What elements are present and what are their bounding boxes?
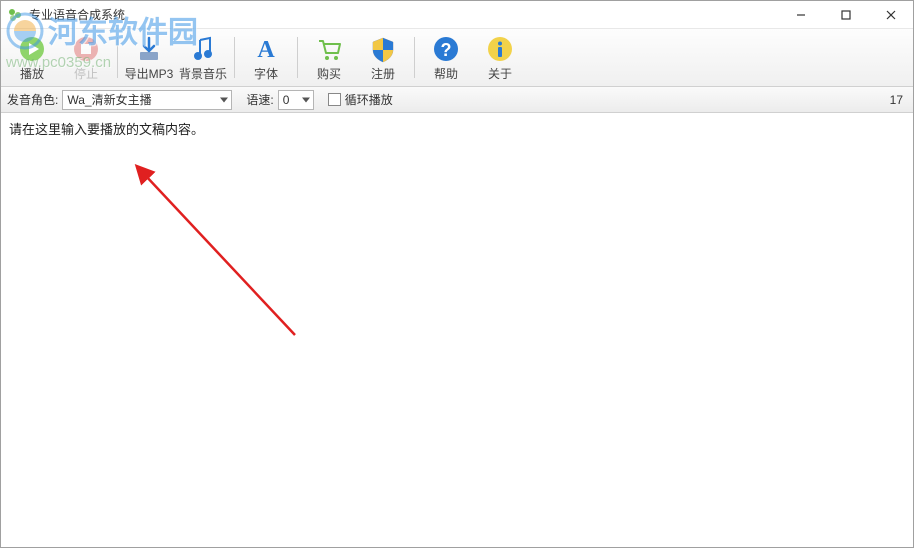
- main-toolbar: 播放 停止 导出MP3: [1, 29, 913, 87]
- bgm-label: 背景音乐: [179, 65, 227, 82]
- options-bar: 发音角色: Wa_清新女主播 语速: 0 循环播放 17: [1, 87, 913, 113]
- loop-label: 循环播放: [345, 91, 393, 108]
- svg-text:A: A: [257, 37, 275, 63]
- music-note-icon: [188, 33, 218, 64]
- about-label: 关于: [488, 65, 512, 82]
- voice-label: 发音角色:: [7, 91, 58, 108]
- loop-checkbox[interactable]: [328, 93, 341, 106]
- window-title: 专业语音合成系统: [29, 6, 125, 23]
- play-icon: [17, 33, 47, 64]
- svg-text:?: ?: [441, 40, 452, 60]
- bgm-button[interactable]: 背景音乐: [176, 31, 230, 84]
- window-controls: [778, 1, 913, 29]
- char-count: 17: [890, 93, 903, 107]
- register-button[interactable]: 注册: [356, 31, 410, 84]
- info-icon: [485, 33, 515, 64]
- minimize-button[interactable]: [778, 1, 823, 29]
- about-button[interactable]: 关于: [473, 31, 527, 84]
- export-icon: [134, 33, 164, 64]
- close-button[interactable]: [868, 1, 913, 29]
- app-icon: [7, 7, 23, 23]
- register-label: 注册: [371, 65, 395, 82]
- stop-button: 停止: [59, 31, 113, 84]
- maximize-button[interactable]: [823, 1, 868, 29]
- export-label: 导出MP3: [125, 65, 174, 82]
- speed-label: 语速:: [246, 91, 273, 108]
- stop-icon: [71, 33, 101, 64]
- chevron-down-icon: [302, 97, 310, 102]
- cart-icon: [314, 33, 344, 64]
- toolbar-separator: [117, 37, 118, 78]
- font-button[interactable]: A 字体: [239, 31, 293, 84]
- content-textarea[interactable]: [1, 113, 913, 547]
- voice-select[interactable]: Wa_清新女主播: [62, 90, 232, 110]
- toolbar-separator: [297, 37, 298, 78]
- speed-value: 0: [283, 93, 290, 107]
- voice-value: Wa_清新女主播: [67, 91, 151, 108]
- help-icon: ?: [431, 33, 461, 64]
- titlebar: 专业语音合成系统: [1, 1, 913, 29]
- help-button[interactable]: ? 帮助: [419, 31, 473, 84]
- editor-area: [1, 113, 913, 547]
- export-mp3-button[interactable]: 导出MP3: [122, 31, 176, 84]
- stop-label: 停止: [74, 65, 98, 82]
- font-label: 字体: [254, 65, 278, 82]
- font-icon: A: [251, 33, 281, 64]
- play-button[interactable]: 播放: [5, 31, 59, 84]
- buy-button[interactable]: 购买: [302, 31, 356, 84]
- toolbar-separator: [414, 37, 415, 78]
- help-label: 帮助: [434, 65, 458, 82]
- toolbar-separator: [234, 37, 235, 78]
- app-window: 专业语音合成系统 播放: [0, 0, 914, 548]
- buy-label: 购买: [317, 65, 341, 82]
- play-label: 播放: [20, 65, 44, 82]
- shield-icon: [368, 33, 398, 64]
- chevron-down-icon: [220, 97, 228, 102]
- speed-select[interactable]: 0: [278, 90, 314, 110]
